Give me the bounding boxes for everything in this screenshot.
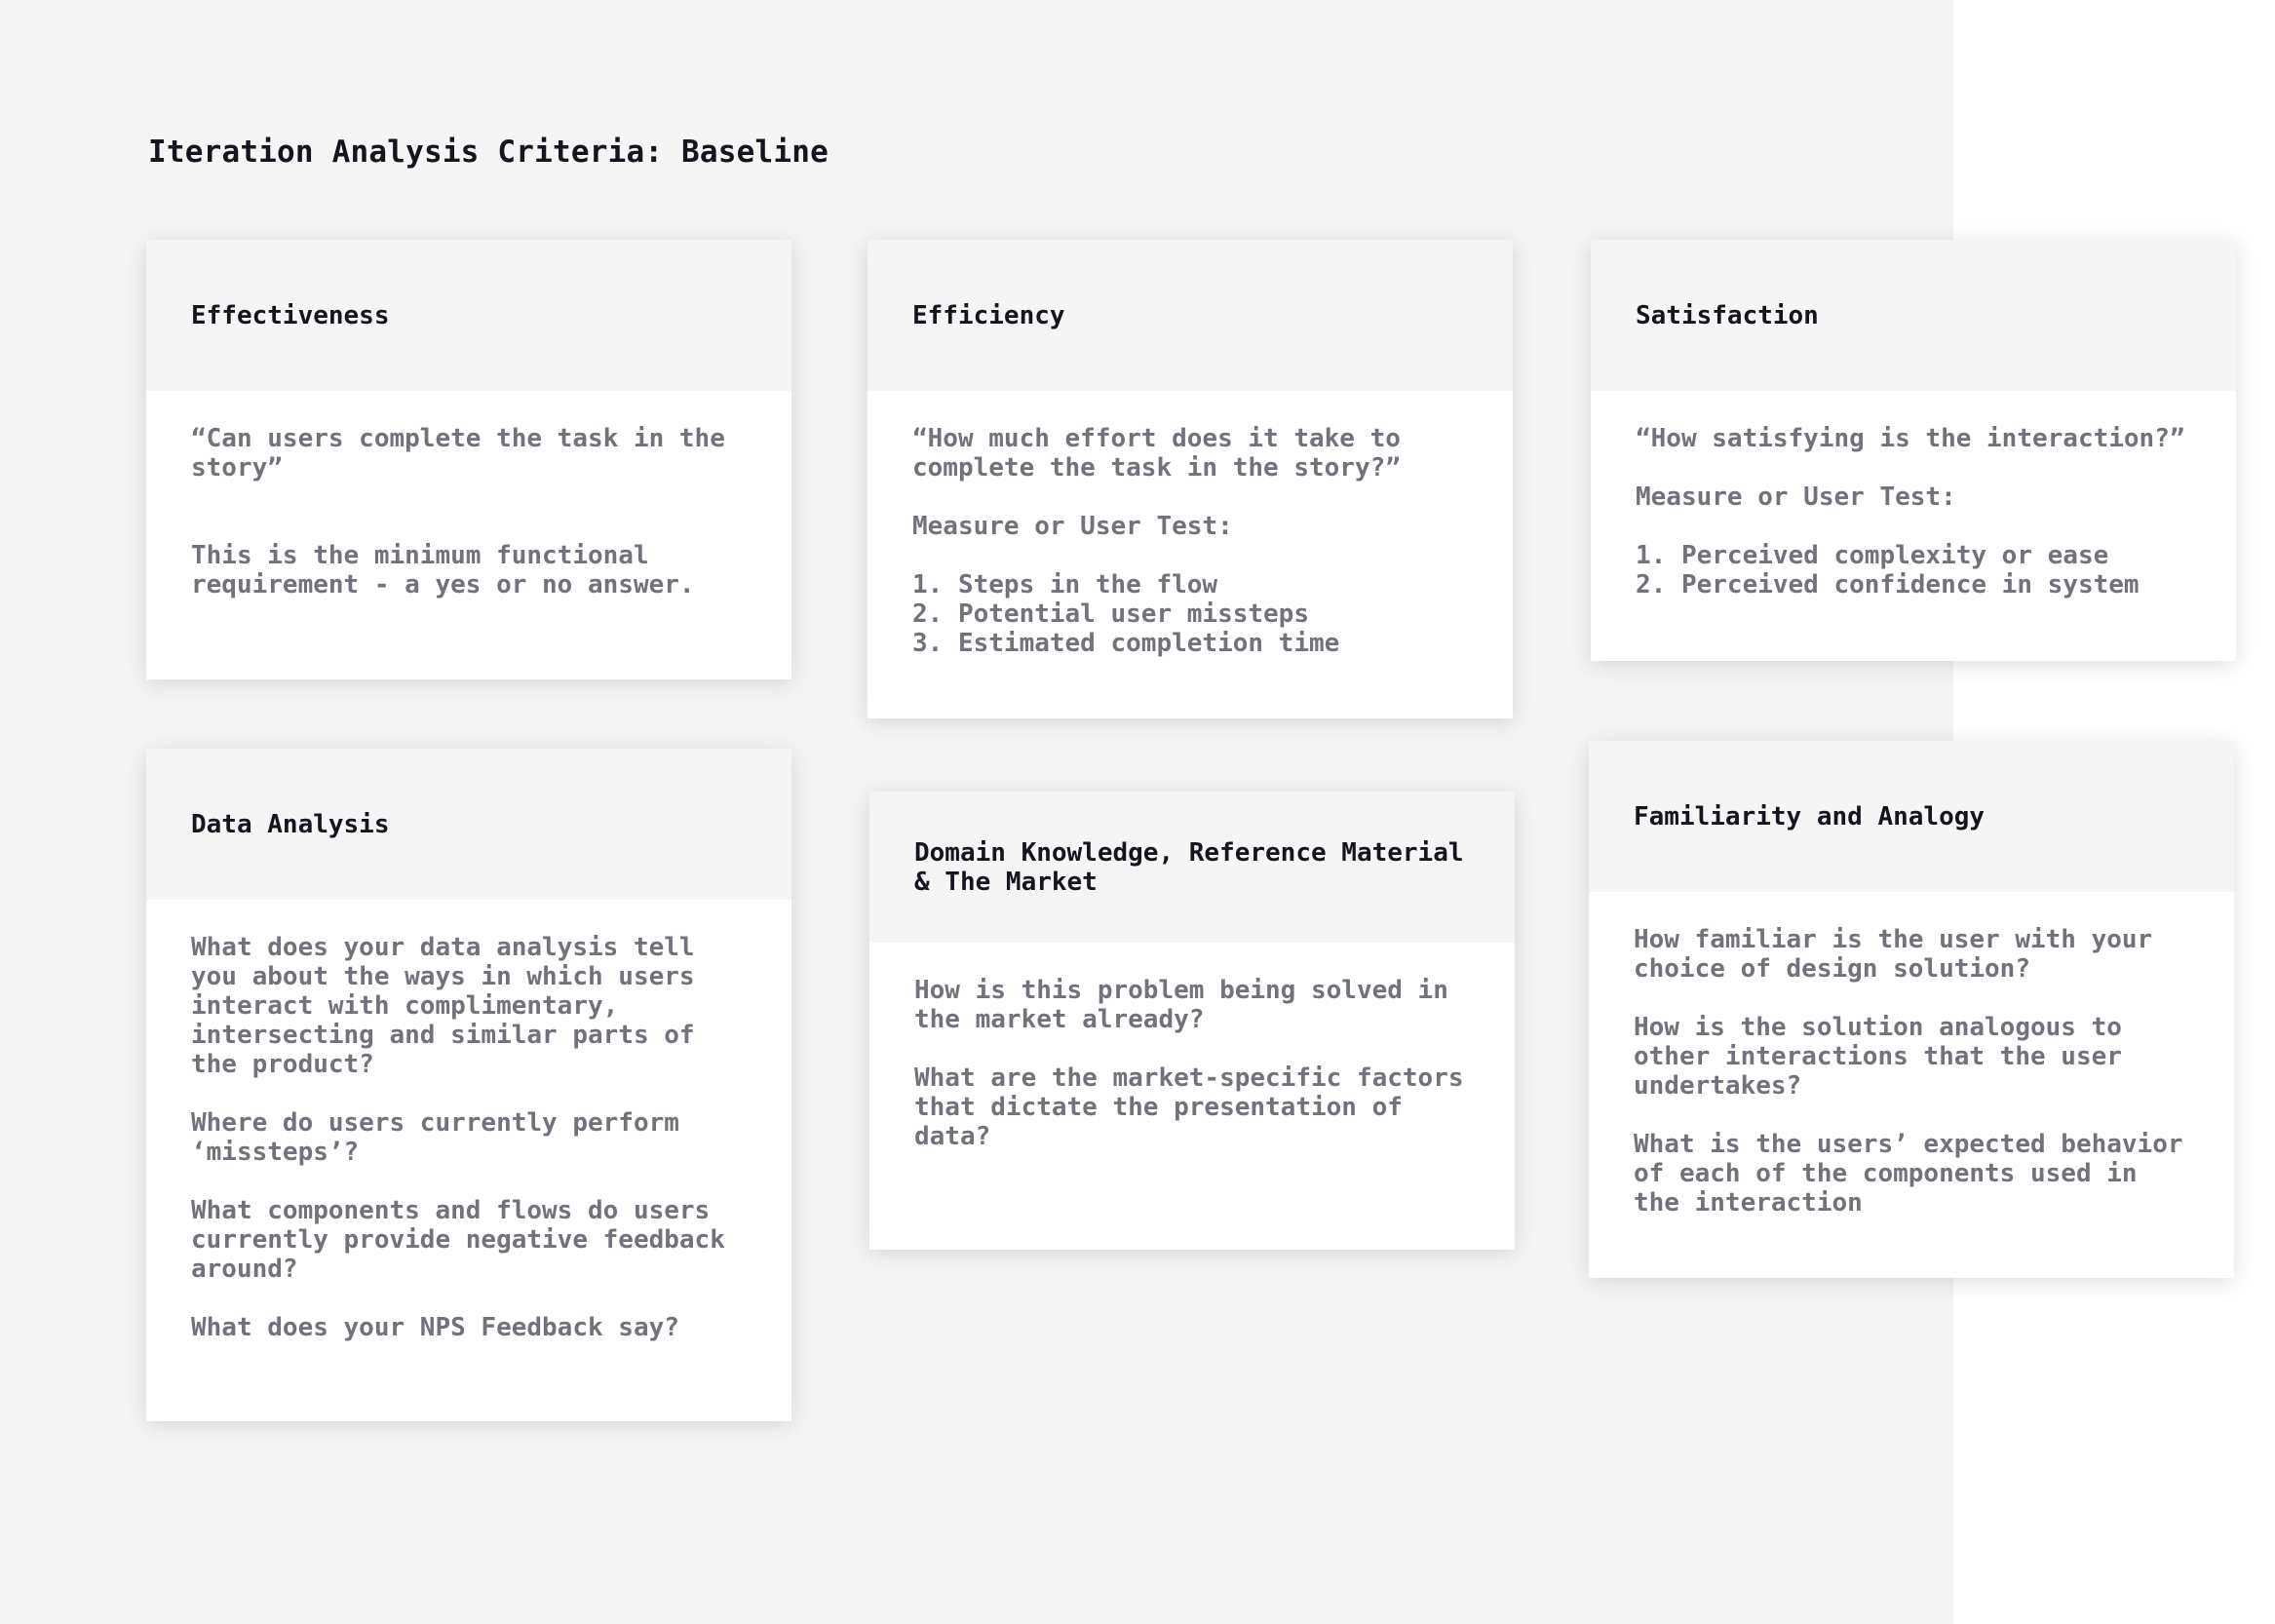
card-title: Data Analysis [191, 809, 390, 839]
card-paragraph: How familiar is the user with your choic… [1634, 925, 2153, 984]
card-title: Satisfaction [1636, 300, 1819, 330]
card-data-analysis: Data Analysis What does your data analys… [146, 749, 791, 1421]
card-effectiveness: Effectiveness “Can users complete the ta… [146, 240, 791, 679]
list-item: 3. Estimated completion time [912, 629, 1340, 658]
measure-label: Measure or User Test: [912, 512, 1233, 541]
card-title: Efficiency [912, 300, 1065, 330]
card-paragraph: What does your data analysis tell you ab… [191, 933, 695, 1079]
list-item: 1. Perceived complexity or ease [1636, 541, 2109, 570]
list-item: 2. Perceived confidence in system [1636, 570, 2140, 599]
card-header: Domain Knowledge, Reference Material & T… [869, 792, 1515, 943]
card-title: Domain Knowledge, Reference Material & T… [914, 837, 1464, 897]
card-body: How familiar is the user with your choic… [1589, 892, 2234, 1286]
card-body: What does your data analysis tell you ab… [146, 900, 791, 1411]
card-paragraph: What does your NPS Feedback say? [191, 1313, 679, 1342]
card-question: “How satisfying is the interaction?” [1636, 424, 2185, 453]
card-paragraph: What components and flows do users curre… [191, 1196, 725, 1284]
page-title: Iteration Analysis Criteria: Baseline [148, 135, 829, 170]
list-item: 1. Steps in the flow [912, 570, 1218, 599]
card-header: Effectiveness [146, 240, 791, 391]
card-efficiency: Efficiency “How much effort does it take… [868, 240, 1513, 718]
card-familiarity: Familiarity and Analogy How familiar is … [1589, 741, 2234, 1278]
card-question: “How much effort does it take to complet… [912, 424, 1401, 483]
card-body: “How much effort does it take to complet… [868, 391, 1513, 697]
card-paragraph: What is the users’ expected behavior of … [1634, 1130, 2183, 1218]
card-header: Familiarity and Analogy [1589, 741, 2234, 892]
card-question: “Can users complete the task in the stor… [191, 424, 725, 483]
card-domain-knowledge: Domain Knowledge, Reference Material & T… [869, 792, 1515, 1250]
measure-list: 1. Perceived complexity or ease 2. Perce… [1636, 541, 2191, 599]
card-header: Satisfaction [1591, 240, 2236, 391]
card-title: Familiarity and Analogy [1634, 801, 1986, 831]
card-body: “How satisfying is the interaction?” Mea… [1591, 391, 2236, 638]
card-paragraph: Where do users currently perform ‘misste… [191, 1108, 679, 1167]
measure-label: Measure or User Test: [1636, 483, 1956, 512]
card-note: This is the minimum functional requireme… [191, 541, 695, 599]
card-title: Effectiveness [191, 300, 390, 330]
card-paragraph: How is the solution analogous to other i… [1634, 1013, 2122, 1101]
card-paragraph: What are the market-specific factors tha… [914, 1063, 1464, 1151]
list-item: 2. Potential user missteps [912, 599, 1309, 629]
card-header: Efficiency [868, 240, 1513, 391]
card-body: How is this problem being solved in the … [869, 943, 1515, 1219]
card-header: Data Analysis [146, 749, 791, 900]
card-satisfaction: Satisfaction “How satisfying is the inte… [1591, 240, 2236, 661]
card-body: “Can users complete the task in the stor… [146, 391, 791, 668]
measure-list: 1. Steps in the flow 2. Potential user m… [912, 570, 1468, 658]
card-paragraph: How is this problem being solved in the … [914, 976, 1448, 1034]
